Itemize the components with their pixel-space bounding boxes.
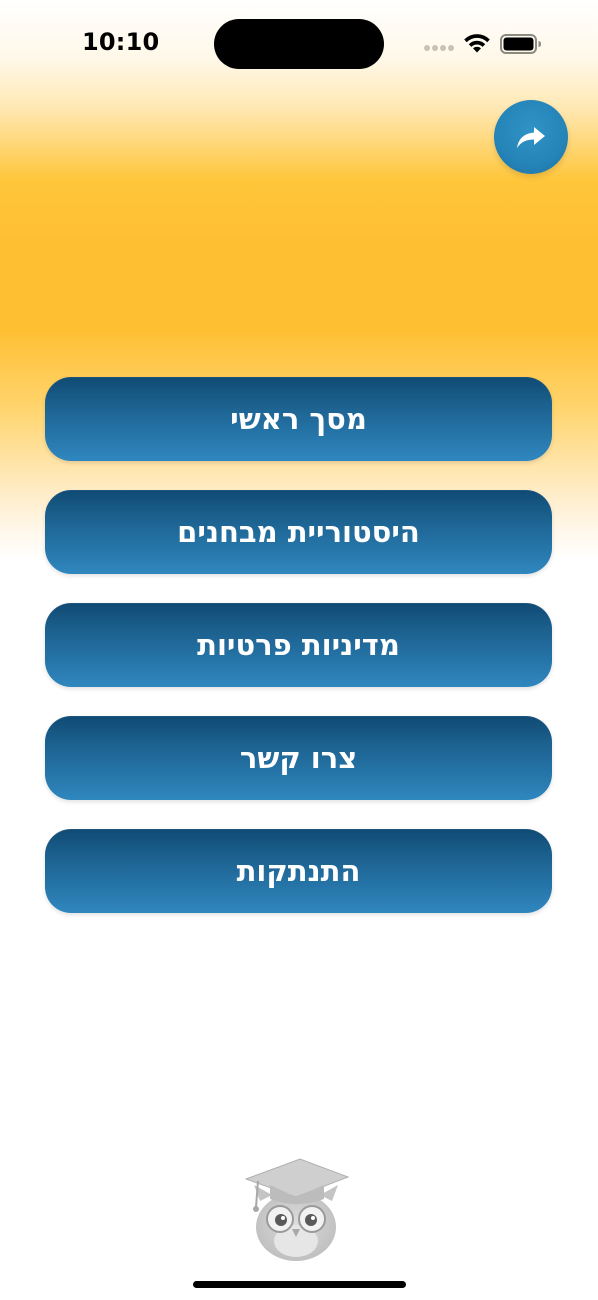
cellular-dots-icon <box>424 45 454 51</box>
owl-graduation-cap-icon <box>244 1158 350 1261</box>
logout-button[interactable]: התנתקות <box>45 829 552 913</box>
test-history-button[interactable]: היסטוריית מבחנים <box>45 490 552 574</box>
privacy-policy-button[interactable]: מדיניות פרטיות <box>45 603 552 687</box>
wifi-icon <box>464 34 490 53</box>
share-arrow-icon <box>517 127 545 148</box>
home-screen-label: מסך ראשי <box>230 402 367 436</box>
contact-us-label: צרו קשר <box>239 741 358 775</box>
share-button[interactable] <box>494 100 568 174</box>
dynamic-island <box>214 19 384 69</box>
home-screen-button[interactable]: מסך ראשי <box>45 377 552 461</box>
battery-icon <box>500 34 541 54</box>
status-bar: 10:10 <box>0 0 598 90</box>
contact-us-button[interactable]: צרו קשר <box>45 716 552 800</box>
logout-label: התנתקות <box>236 854 361 888</box>
home-indicator[interactable] <box>193 1281 406 1288</box>
status-time: 10:10 <box>82 28 160 56</box>
test-history-label: היסטוריית מבחנים <box>177 515 420 549</box>
main-menu: מסך ראשי היסטוריית מבחנים מדיניות פרטיות… <box>45 377 552 913</box>
privacy-policy-label: מדיניות פרטיות <box>197 628 400 662</box>
